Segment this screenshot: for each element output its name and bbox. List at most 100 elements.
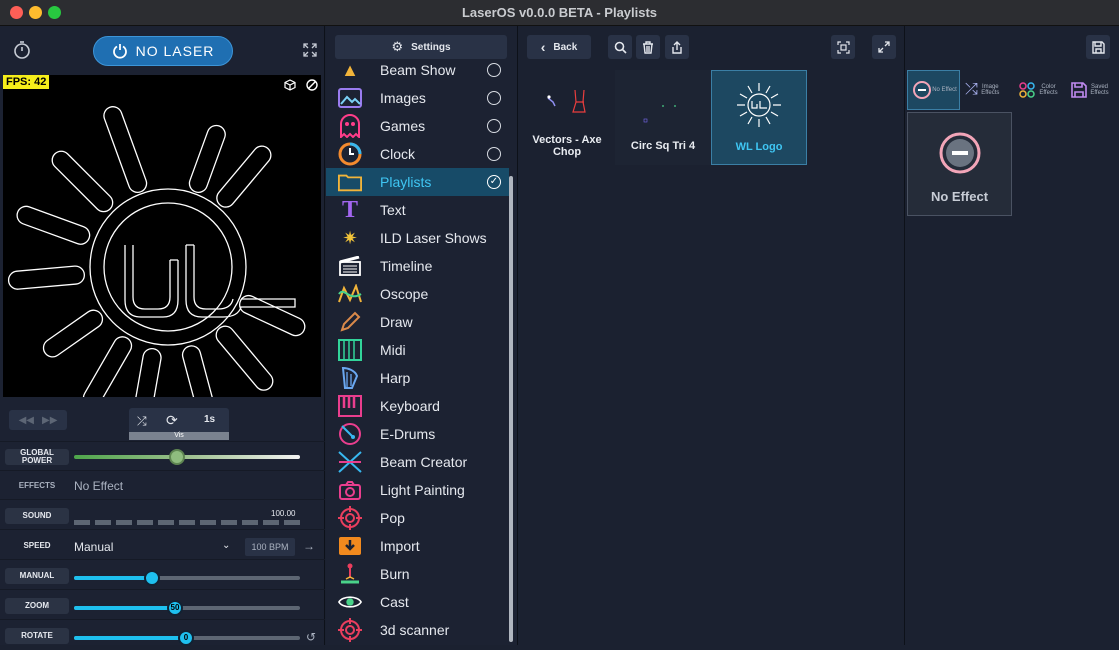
tab-image-effects[interactable]: ⤮ Image Effects: [961, 70, 1014, 110]
no-effect-large-icon: [939, 132, 981, 174]
timeline-icon: [338, 254, 362, 278]
zoom-label: ZOOM: [5, 598, 69, 614]
saved-effects-icon: [1071, 82, 1087, 98]
chevron-down-icon[interactable]: ⌄: [222, 540, 230, 551]
menu-item-pop[interactable]: Pop: [326, 504, 509, 532]
menu-item-label: Beam Creator: [380, 454, 468, 470]
search-button[interactable]: [608, 35, 632, 59]
menu-item-label: Cast: [380, 594, 409, 610]
timer-icon[interactable]: [12, 40, 32, 65]
menu-item-label: Oscope: [380, 286, 429, 302]
select-frame-icon: [836, 40, 850, 54]
speed-row: SPEED Manual ⌄ 100 BPM →: [0, 532, 325, 560]
radio-button[interactable]: [487, 91, 501, 105]
vis-toggle[interactable]: Vis: [129, 432, 229, 440]
duration-value[interactable]: 1s: [204, 414, 215, 425]
playlist-card-vectors-axe-chop[interactable]: Vectors - Axe Chop: [519, 70, 615, 165]
bpm-field[interactable]: 100 BPM: [245, 538, 295, 556]
menu-item-playlists[interactable]: Playlists ✓: [326, 168, 509, 196]
shuffle-icon[interactable]: ⤮: [137, 414, 147, 429]
menu-item-midi[interactable]: Midi: [326, 336, 509, 364]
speed-mode-select[interactable]: Manual: [74, 540, 113, 554]
power-icon: [112, 44, 127, 59]
effect-card-label: No Effect: [930, 189, 989, 204]
beam-show-icon: ▲: [341, 62, 359, 80]
menu-item-draw[interactable]: Draw: [326, 308, 509, 336]
repeat-icon[interactable]: ⟳: [166, 412, 178, 429]
rewind-button[interactable]: ◀◀ ▶▶: [9, 410, 67, 430]
menu-item-text[interactable]: T Text: [326, 196, 509, 224]
arrow-right-icon[interactable]: →: [303, 539, 315, 553]
vis-label: Vis: [174, 432, 184, 439]
menu-item-3d-scanner[interactable]: 3d scanner: [326, 616, 509, 644]
menu-item-burn[interactable]: Burn: [326, 560, 509, 588]
radio-button[interactable]: [487, 147, 501, 161]
effect-card-no-effect[interactable]: No Effect: [907, 112, 1012, 216]
settings-button[interactable]: ⚙ Settings: [335, 35, 507, 59]
rotate-slider-fill: [74, 636, 187, 640]
menu-item-timeline[interactable]: Timeline: [326, 252, 509, 280]
tab-color-effects[interactable]: Color Effects: [1014, 70, 1067, 110]
radio-button[interactable]: [487, 63, 501, 77]
back-button[interactable]: ‹ Back: [527, 35, 591, 59]
menu-item-label: ILD Laser Shows: [380, 230, 487, 246]
zoom-row: ZOOM 50: [0, 592, 325, 620]
radio-button[interactable]: [487, 119, 501, 133]
save-effect-button[interactable]: [1086, 35, 1110, 59]
manual-knob[interactable]: [144, 570, 160, 586]
menu-scrollbar[interactable]: [509, 176, 513, 642]
menu-item-label: Keyboard: [380, 398, 440, 414]
menu-item-beam-creator[interactable]: Beam Creator: [326, 448, 509, 476]
window-title: LaserOS v0.0.0 BETA - Playlists: [461, 5, 658, 20]
menu-item-ild-laser-shows[interactable]: ✷ ILD Laser Shows: [326, 224, 509, 252]
radio-button-checked[interactable]: ✓: [487, 175, 501, 189]
menu-item-oscope[interactable]: Oscope: [326, 280, 509, 308]
menu-item-clock[interactable]: Clock: [326, 140, 509, 168]
manual-slider-fill: [74, 576, 154, 580]
import-icon: [338, 534, 362, 558]
select-frame-button[interactable]: [831, 35, 855, 59]
tab-label: Saved Effects: [1090, 84, 1109, 96]
menu-item-cast[interactable]: Cast: [326, 588, 509, 616]
burn-icon: [338, 562, 362, 586]
no-laser-button[interactable]: NO LASER: [93, 36, 233, 66]
pencil-icon: [338, 310, 362, 334]
beam-creator-icon: [338, 450, 362, 474]
menu-item-beam-show[interactable]: ▲ Beam Show: [326, 62, 509, 84]
playlist-card-circ-sq-tri-4[interactable]: Circ Sq Tri 4: [615, 70, 711, 165]
effects-value[interactable]: No Effect: [74, 479, 123, 493]
menu-item-harp[interactable]: Harp: [326, 364, 509, 392]
back-label: Back: [553, 41, 578, 53]
effects-row: EFFECTS No Effect: [0, 472, 325, 500]
menu-item-games[interactable]: Games: [326, 112, 509, 140]
menu-item-import[interactable]: Import: [326, 532, 509, 560]
menu-item-e-drums[interactable]: E-Drums: [326, 420, 509, 448]
global-power-slider[interactable]: [74, 455, 300, 459]
reset-icon[interactable]: ↺: [306, 630, 316, 644]
save-icon: [1091, 40, 1105, 54]
manual-row: MANUAL: [0, 562, 325, 590]
tab-saved-effects[interactable]: Saved Effects: [1067, 70, 1119, 110]
settings-label: Settings: [411, 41, 451, 53]
menu-item-label: Playlists: [380, 174, 432, 190]
menu-item-keyboard[interactable]: Keyboard: [326, 392, 509, 420]
menu-item-label: Images: [380, 90, 426, 106]
delete-button[interactable]: [636, 35, 660, 59]
playlist-panel: ‹ Back Vectors - Axe Chop Circ Sq Tri 4: [519, 26, 905, 645]
tab-no-effect[interactable]: No Effect: [907, 70, 960, 110]
share-button[interactable]: [665, 35, 689, 59]
manual-label: MANUAL: [5, 568, 69, 584]
effects-label: EFFECTS: [18, 481, 56, 490]
global-power-knob[interactable]: [169, 449, 185, 465]
menu-item-images[interactable]: Images: [326, 84, 509, 112]
zoom-knob[interactable]: 50: [167, 600, 183, 616]
expand-button[interactable]: [872, 35, 896, 59]
zoom-slider[interactable]: [74, 606, 300, 610]
rotate-knob[interactable]: 0: [178, 630, 194, 646]
fullscreen-icon[interactable]: [303, 43, 317, 62]
midi-icon: [338, 338, 362, 362]
playlist-card-wl-logo[interactable]: WL Logo: [711, 70, 807, 165]
menu-item-light-painting[interactable]: Light Painting: [326, 476, 509, 504]
manual-slider[interactable]: [74, 576, 300, 580]
text-icon: T: [341, 196, 358, 223]
